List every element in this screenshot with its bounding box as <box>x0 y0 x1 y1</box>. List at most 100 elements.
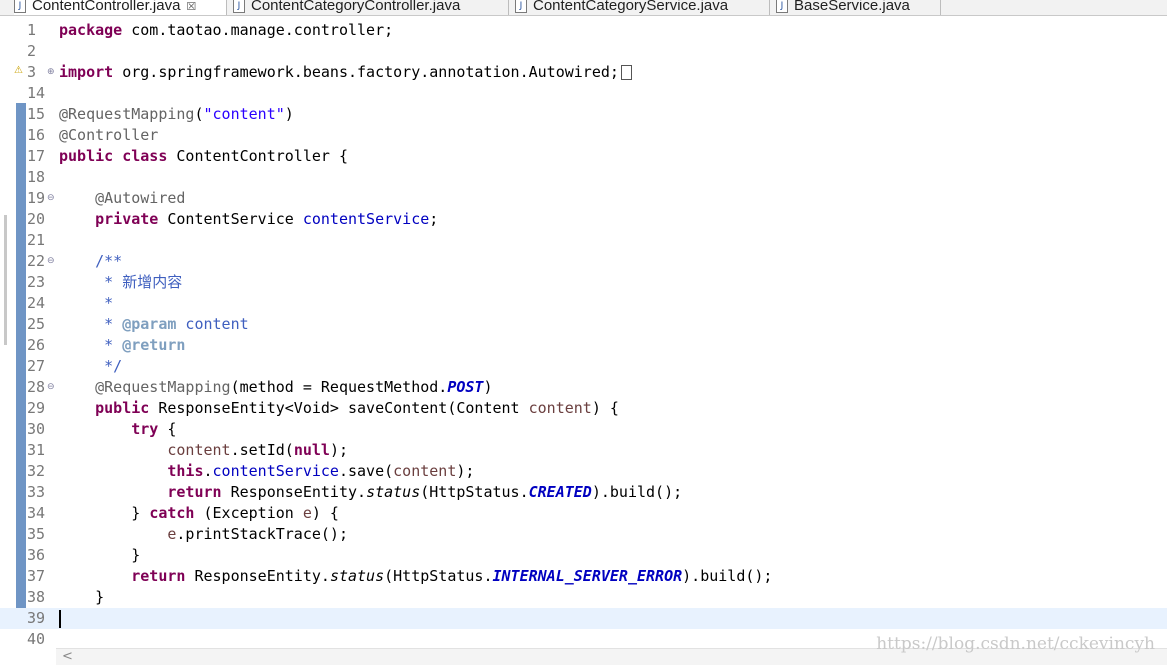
line-number: 1 <box>27 21 37 39</box>
line-number: 24 <box>27 294 46 312</box>
code-text[interactable]: return ResponseEntity.status(HttpStatus.… <box>59 482 682 503</box>
line-number: 21 <box>27 231 46 249</box>
code-text[interactable]: @Controller <box>59 125 158 146</box>
java-file-icon: J <box>515 0 527 14</box>
line-number: 32 <box>27 462 46 480</box>
line-number: 36 <box>27 546 46 564</box>
code-line: 28 ⊖ @RequestMapping(method = RequestMet… <box>0 377 1167 398</box>
code-text[interactable]: return ResponseEntity.status(HttpStatus.… <box>59 566 772 587</box>
java-file-icon: J <box>233 0 245 14</box>
line-number: 30 <box>27 420 46 438</box>
tab-label: ContentCategoryController.java <box>251 0 461 14</box>
code-line: 21 <box>0 230 1167 251</box>
code-text[interactable]: public class ContentController { <box>59 146 348 167</box>
code-text[interactable]: package com.taotao.manage.controller; <box>59 20 393 41</box>
code-line: 25 * @param content <box>0 314 1167 335</box>
code-text[interactable] <box>59 608 61 629</box>
code-line: 19 ⊖ @Autowired <box>0 188 1167 209</box>
tab-label: BaseService.java <box>794 0 910 14</box>
tab-content-category-controller[interactable]: J ContentCategoryController.java <box>233 0 460 15</box>
tab-content-controller[interactable]: J ContentController.java ☒ <box>14 0 226 15</box>
code-line: 14 <box>0 83 1167 104</box>
line-number: 23 <box>27 273 46 291</box>
scroll-left-icon[interactable]: < <box>62 649 73 665</box>
line-number: 35 <box>27 525 46 543</box>
tab-label: ContentController.java <box>32 0 181 14</box>
line-number: 16 <box>27 126 46 144</box>
code-line: 27 */ <box>0 356 1167 377</box>
line-number: 22 <box>27 252 46 270</box>
line-number: 20 <box>27 210 46 228</box>
code-line: 32 this.contentService.save(content); <box>0 461 1167 482</box>
line-number: 18 <box>27 168 46 186</box>
current-line: 39 <box>0 608 1167 629</box>
close-icon[interactable]: ☒ <box>186 0 196 13</box>
code-line: 15 @RequestMapping("content") <box>0 104 1167 125</box>
folded-block-icon[interactable] <box>620 65 632 80</box>
line-number: 3 <box>27 63 37 81</box>
tab-divider <box>508 0 509 15</box>
line-number: 37 <box>27 567 46 585</box>
line-number: 33 <box>27 483 46 501</box>
java-file-icon: J <box>776 0 788 14</box>
code-line: 3 ⊕ import org.springframework.beans.fac… <box>0 62 1167 83</box>
code-text[interactable]: import org.springframework.beans.factory… <box>59 62 632 83</box>
code-text[interactable]: /** <box>59 251 122 272</box>
tab-base-service[interactable]: J BaseService.java <box>776 0 910 15</box>
tab-divider <box>940 0 941 15</box>
line-number: 2 <box>27 42 37 60</box>
fold-collapse-icon[interactable]: ⊖ <box>47 377 55 398</box>
code-text[interactable]: * @return <box>59 335 185 356</box>
code-line: 31 content.setId(null); <box>0 440 1167 461</box>
code-line: 29 public ResponseEntity<Void> saveConte… <box>0 398 1167 419</box>
code-line: 17 public class ContentController { <box>0 146 1167 167</box>
line-number: 14 <box>27 84 46 102</box>
java-file-icon: J <box>14 0 26 14</box>
line-number: 25 <box>27 315 46 333</box>
line-number: 31 <box>27 441 46 459</box>
fold-expand-icon[interactable]: ⊕ <box>47 62 55 83</box>
code-line: 20 private ContentService contentService… <box>0 209 1167 230</box>
code-line: 34 } catch (Exception e) { <box>0 503 1167 524</box>
line-number: 38 <box>27 588 46 606</box>
code-line: 2 <box>0 41 1167 62</box>
line-number: 26 <box>27 336 46 354</box>
code-text[interactable]: } catch (Exception e) { <box>59 503 339 524</box>
tab-content-category-service[interactable]: J ContentCategoryService.java <box>515 0 728 15</box>
code-text[interactable]: } <box>59 545 140 566</box>
code-text[interactable]: @RequestMapping("content") <box>59 104 294 125</box>
watermark: https://blog.csdn.net/cckevincyh <box>876 634 1155 654</box>
code-text[interactable]: * 新增内容 <box>59 272 182 293</box>
code-text[interactable]: try { <box>59 419 176 440</box>
code-line: 35 e.printStackTrace(); <box>0 524 1167 545</box>
code-text[interactable]: * <box>59 293 113 314</box>
code-text[interactable]: private ContentService contentService; <box>59 209 438 230</box>
line-number: 34 <box>27 504 46 522</box>
code-line: 33 return ResponseEntity.status(HttpStat… <box>0 482 1167 503</box>
code-text[interactable]: @Autowired <box>59 188 185 209</box>
code-text[interactable]: content.setId(null); <box>59 440 348 461</box>
code-text[interactable]: this.contentService.save(content); <box>59 461 474 482</box>
code-line: 16 @Controller <box>0 125 1167 146</box>
fold-collapse-icon[interactable]: ⊖ <box>47 188 55 209</box>
line-number: 17 <box>27 147 46 165</box>
tab-divider <box>226 0 227 15</box>
line-number: 19 <box>27 189 46 207</box>
code-line: 1 package com.taotao.manage.controller; <box>0 20 1167 41</box>
code-line: 26 * @return <box>0 335 1167 356</box>
code-text[interactable]: e.printStackTrace(); <box>59 524 348 545</box>
code-text[interactable]: } <box>59 587 104 608</box>
code-line: 30 try { <box>0 419 1167 440</box>
line-number: 28 <box>27 378 46 396</box>
code-text[interactable]: @RequestMapping(method = RequestMethod.P… <box>59 377 492 398</box>
code-text[interactable]: * @param content <box>59 314 249 335</box>
fold-collapse-icon[interactable]: ⊖ <box>47 251 55 272</box>
code-line: 37 return ResponseEntity.status(HttpStat… <box>0 566 1167 587</box>
code-text[interactable]: public ResponseEntity<Void> saveContent(… <box>59 398 619 419</box>
code-line: 23 * 新增内容 <box>0 272 1167 293</box>
code-line: 24 * <box>0 293 1167 314</box>
code-text[interactable]: */ <box>59 356 122 377</box>
line-number: 15 <box>27 105 46 123</box>
line-number: 39 <box>27 609 46 627</box>
tab-label: ContentCategoryService.java <box>533 0 729 14</box>
